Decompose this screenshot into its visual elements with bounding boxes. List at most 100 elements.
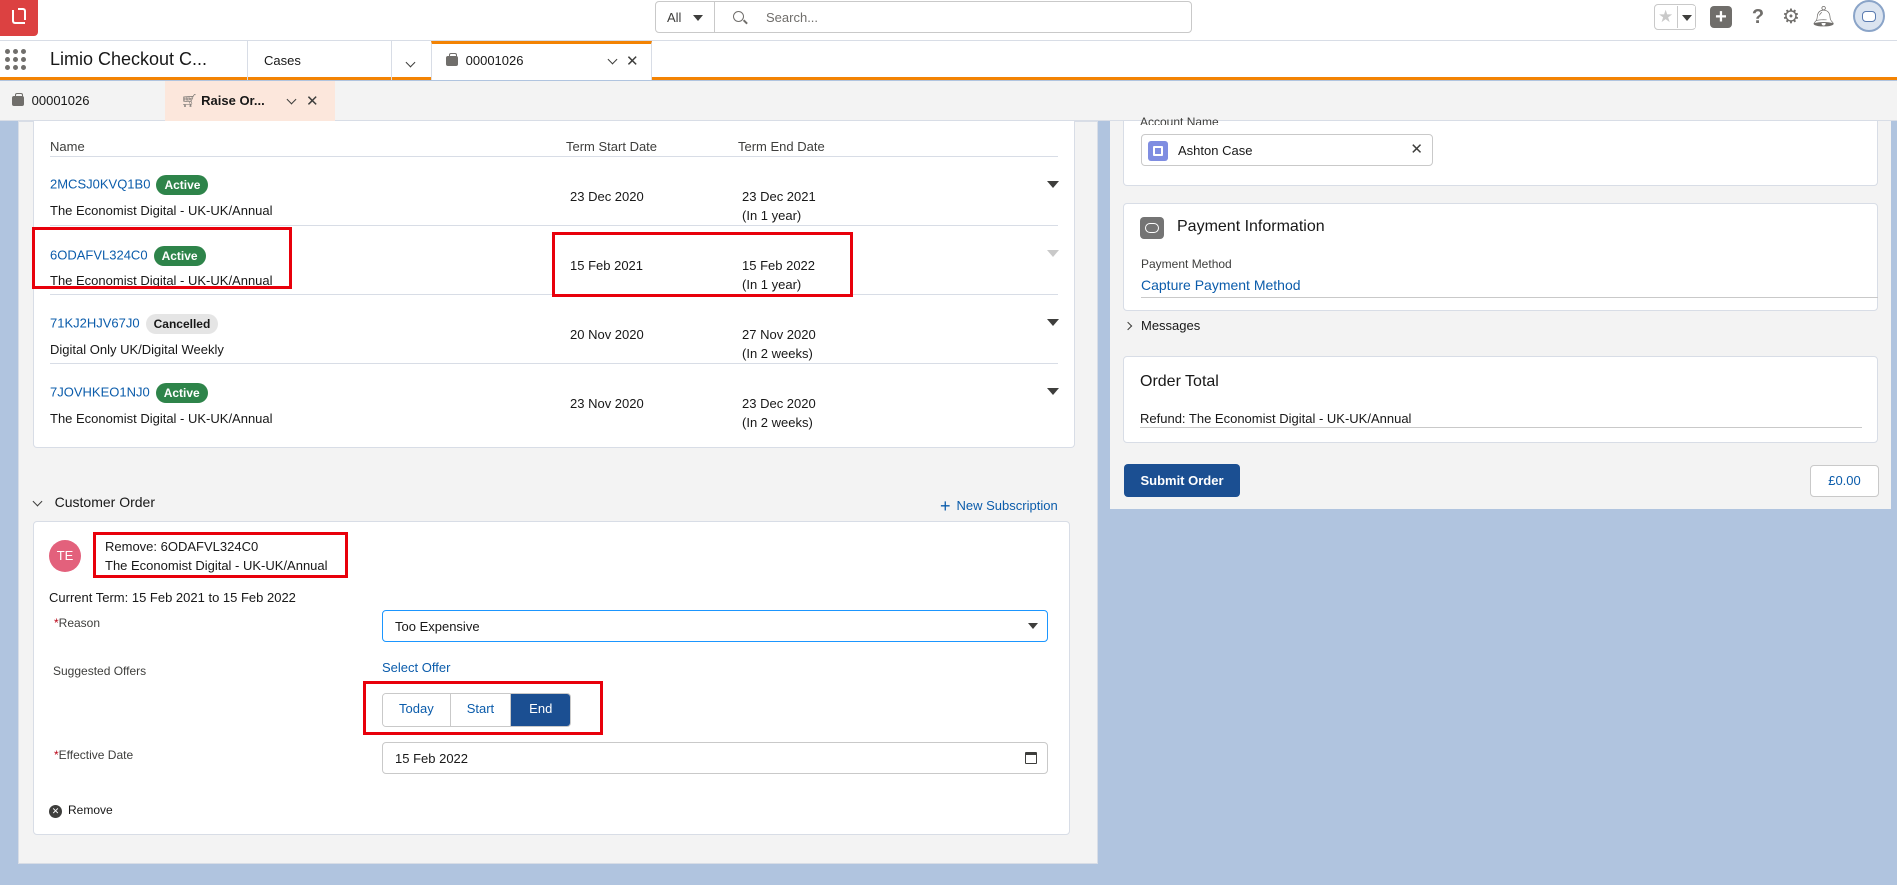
payment-title: Payment Information <box>1177 218 1325 235</box>
chevron-down-icon[interactable] <box>607 54 618 65</box>
select-offer-link[interactable]: Select Offer <box>382 660 450 675</box>
subscription-link[interactable]: 71KJ2HJV67J0 <box>50 315 140 330</box>
close-icon[interactable]: ✕ <box>1410 142 1423 157</box>
global-actions-icon[interactable]: + <box>1710 6 1732 28</box>
term-end-relative: (In 2 weeks) <box>742 415 813 430</box>
search-input[interactable]: Search... <box>766 10 818 25</box>
close-circle-icon: ✕ <box>49 805 62 818</box>
payment-method-label: Payment Method <box>1141 257 1232 271</box>
case-icon <box>446 53 458 66</box>
column-header-term-start: Term Start Date <box>566 139 658 154</box>
subtab-label: Raise Or... <box>201 93 265 108</box>
help-icon[interactable]: ? <box>1746 5 1770 29</box>
term-start-date: 20 Nov 2020 <box>570 327 644 342</box>
global-search[interactable]: All Search... <box>655 1 1192 33</box>
notifications-bell-icon[interactable]: 🔔︎ <box>1811 5 1836 29</box>
subtab-00001026[interactable]: 00001026 <box>0 81 165 121</box>
messages-label: Messages <box>1141 318 1201 333</box>
subscription-link[interactable]: 7JOVHKEO1NJ0 <box>50 384 150 399</box>
calendar-icon[interactable] <box>1025 752 1037 764</box>
chevron-down-icon <box>1028 623 1038 634</box>
new-subscription-button[interactable]: + New Subscription <box>940 494 1058 516</box>
remove-label: Remove <box>68 803 113 817</box>
status-badge: Active <box>155 383 208 403</box>
term-end-relative: (In 1 year) <box>742 208 802 223</box>
workspace-tab-label: 00001026 <box>465 53 524 68</box>
new-subscription-label: New Subscription <box>956 498 1058 513</box>
avatar: TE <box>49 540 81 572</box>
highlight-box <box>552 232 853 297</box>
order-total-title: Order Total <box>1140 373 1219 390</box>
order-line-item: Refund: The Economist Digital - UK-UK/An… <box>1140 411 1412 426</box>
effective-date-label: *Effective Date <box>54 748 134 762</box>
gear-icon[interactable]: ⚙ <box>1779 5 1803 29</box>
term-end-date: 27 Nov 2020 <box>742 327 816 342</box>
add-icon: + <box>940 496 951 516</box>
highlight-box <box>32 227 292 289</box>
highlight-box <box>363 681 603 735</box>
account-icon <box>1148 141 1168 161</box>
table-row: 2MCSJ0KVQ1B0 Active The Economist Digital… <box>50 156 1059 225</box>
column-header-term-end: Term End Date <box>738 139 825 154</box>
term-start-date: 23 Dec 2020 <box>570 189 644 204</box>
user-avatar[interactable] <box>1853 0 1885 32</box>
term-start-date: 23 Nov 2020 <box>570 396 644 411</box>
app-logo[interactable] <box>0 0 38 36</box>
reason-value: Too Expensive <box>395 619 480 634</box>
payment-icon <box>1140 217 1164 239</box>
capture-payment-method-link[interactable]: Capture Payment Method <box>1141 277 1301 293</box>
subtab-label: 00001026 <box>31 93 90 108</box>
nav-item-cases-label: Cases <box>264 53 301 68</box>
chevron-down-icon[interactable] <box>286 94 297 105</box>
star-icon: ★ <box>1658 7 1674 26</box>
subtab-raise-order[interactable]: 🛒︎ Raise Or... ✕ <box>165 81 335 121</box>
payment-divider <box>1141 297 1878 298</box>
highlight-box <box>93 532 348 578</box>
app-launcher-icon[interactable] <box>5 49 29 73</box>
customer-order-title: Customer Order <box>54 494 155 510</box>
chevron-down-icon <box>32 496 43 507</box>
order-total-divider <box>1140 427 1862 428</box>
nav-item-cases[interactable]: Cases <box>247 41 391 80</box>
row-actions-menu-icon[interactable] <box>1047 388 1059 401</box>
column-header-name: Name <box>50 139 85 154</box>
table-row: 71KJ2HJV67J0 Cancelled Digital Only UK/Di… <box>50 294 1059 363</box>
app-name: Limio Checkout C... <box>50 49 208 69</box>
reason-label: *Reason <box>54 616 101 630</box>
chevron-down-icon <box>1677 6 1695 28</box>
effective-date-value: 15 Feb 2022 <box>395 751 469 766</box>
term-end-date: 23 Dec 2020 <box>742 396 816 411</box>
term-end-relative: (In 2 weeks) <box>742 346 813 361</box>
order-total-amount: £0.00 <box>1810 465 1879 497</box>
order-total-card <box>1123 356 1878 443</box>
customer-order-toggle[interactable]: Customer Order <box>32 494 155 510</box>
current-term: Current Term: 15 Feb 2021 to 15 Feb 2022 <box>49 590 296 605</box>
product-name: The Economist Digital - UK-UK/Annual <box>50 203 273 218</box>
account-name-label: Account Name <box>1140 115 1219 125</box>
search-icon <box>733 11 744 22</box>
product-name: Digital Only UK/Digital Weekly <box>50 342 224 357</box>
messages-toggle[interactable]: Messages <box>1123 318 1201 333</box>
row-actions-menu-icon[interactable] <box>1047 181 1059 194</box>
close-icon[interactable]: ✕ <box>306 94 319 109</box>
account-name-value: Ashton Case <box>1178 143 1253 158</box>
row-actions-menu-icon[interactable] <box>1047 250 1059 263</box>
table-row: 7JOVHKEO1NJ0 Active The Economist Digital… <box>50 363 1059 432</box>
product-name: The Economist Digital - UK-UK/Annual <box>50 411 273 426</box>
account-lookup[interactable]: Ashton Case ✕ <box>1141 134 1433 166</box>
search-scope-select[interactable]: All <box>656 2 715 32</box>
subscription-link[interactable]: 2MCSJ0KVQ1B0 <box>50 176 150 191</box>
favorites-button[interactable]: ★ <box>1654 4 1696 30</box>
submit-order-button[interactable]: Submit Order <box>1124 464 1240 497</box>
status-badge: Active <box>156 175 209 195</box>
reason-select[interactable]: Too Expensive <box>382 610 1048 642</box>
workspace-tab-00001026[interactable]: 00001026 ✕ <box>431 41 652 80</box>
remove-button[interactable]: ✕ Remove <box>49 802 113 818</box>
case-icon <box>12 93 24 106</box>
close-icon[interactable]: ✕ <box>626 54 639 69</box>
nav-cases-dropdown[interactable] <box>391 41 431 80</box>
effective-date-input[interactable]: 15 Feb 2022 <box>382 742 1048 774</box>
term-end-date: 23 Dec 2021 <box>742 189 816 204</box>
chevron-down-icon <box>405 57 416 68</box>
row-actions-menu-icon[interactable] <box>1047 319 1059 332</box>
